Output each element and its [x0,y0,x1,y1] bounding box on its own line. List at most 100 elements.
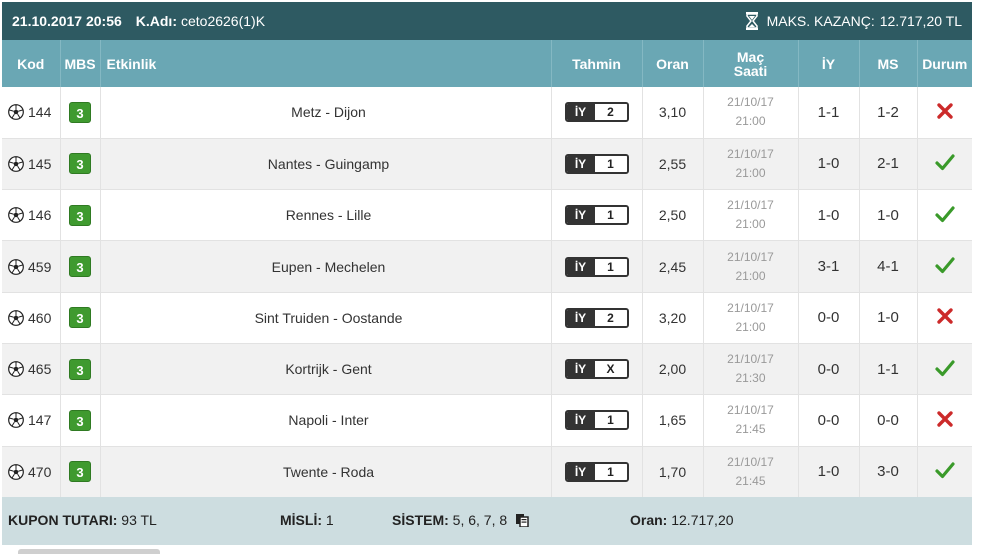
football-icon [8,156,24,172]
table-row[interactable]: 465 3 Kortrijk - Gent İY X 2,00 21/10/17 21:30 0… [2,343,972,396]
kupon-amount-value: 93 TL [121,512,157,528]
match-time: 21:00 [735,268,766,283]
sistem-label: SİSTEM: [392,512,449,528]
prediction-type: İY [566,258,595,275]
col-etkinlik[interactable]: Etkinlik [100,40,552,87]
cell-mbs: 3 [60,292,101,344]
prediction-badge: İY X [564,359,629,380]
cell-mbs: 3 [60,446,101,498]
cell-iy: 0-0 [798,394,860,447]
cell-durum [917,87,972,139]
cell-durum [917,343,972,396]
football-icon [8,207,24,224]
prediction-badge: İY 1 [564,153,629,174]
odds-value: 2,55 [658,155,687,172]
table-row[interactable]: 144 3 Metz - Dijon İY 2 3,10 21/10/17 21:00 1-1 1… [2,87,972,139]
match-date: 21/10/17 [727,249,774,264]
prediction-value: 1 [594,207,627,224]
fulltime-score: 2-1 [877,155,899,173]
bottom-tab[interactable] [18,549,160,554]
match-time: 21:45 [735,422,766,437]
prediction-badge: İY 2 [564,102,629,123]
match-code: 459 [28,258,52,275]
mbs-badge: 3 [69,307,91,329]
table-row[interactable]: 459 3 Eupen - Mechelen İY 1 2,45 21/10/17 21:00… [2,240,972,293]
football-icon [8,258,24,275]
match-time: 21:00 [735,114,766,129]
football-icon [8,309,24,326]
match-time: 21:00 [735,319,766,334]
cell-oran: 2,50 [642,189,704,242]
event-name[interactable]: Napoli - Inter [288,412,368,428]
event-name[interactable]: Kortrijk - Gent [285,361,371,377]
col-iy[interactable]: İY [798,40,860,87]
halftime-score: 0-0 [817,309,840,327]
cell-event: Sint Truiden - Oostande [100,292,552,344]
cell-kod: 145 [2,138,61,191]
col-ms[interactable]: MS [859,40,918,87]
table-row[interactable]: 460 3 Sint Truiden - Oostande İY 2 3,20 21/10/… [2,292,972,344]
cell-durum [917,292,972,344]
total-odds-value: 12.717,20 [671,512,734,528]
event-name[interactable]: Nantes - Guingamp [268,156,389,172]
event-name[interactable]: Twente - Roda [283,464,374,480]
cell-tahmin: İY 1 [551,189,643,242]
col-oran[interactable]: Oran [642,40,704,87]
copy-icon[interactable] [515,513,529,527]
cell-event: Kortrijk - Gent [100,343,552,396]
prediction-badge: İY 1 [564,205,629,226]
table-row[interactable]: 470 3 Twente - Roda İY 1 1,70 21/10/17 21:45 1-0… [2,446,972,498]
prediction-type: İY [566,361,595,378]
cell-durum [917,138,972,191]
mbs-badge: 3 [69,153,91,175]
table-row[interactable]: 146 3 Rennes - Lille İY 1 2,50 21/10/17 21:00 1-… [2,189,972,242]
lost-cross-icon [937,411,953,427]
cell-iy: 1-1 [798,87,860,139]
table-row[interactable]: 145 3 Nantes - Guingamp İY 1 2,55 21/10/17 21:0… [2,138,972,191]
col-mac-saati-line2: Saati [733,62,768,79]
cell-mac-saati: 21/10/17 21:00 [703,292,799,344]
cell-mbs: 3 [60,138,101,191]
event-name[interactable]: Sint Truiden - Oostande [255,310,403,326]
event-name[interactable]: Eupen - Mechelen [272,259,386,275]
col-durum[interactable]: Durum [917,40,972,87]
match-date: 21/10/17 [727,95,774,110]
kupon-amount-label: KUPON TUTARI: [8,512,118,528]
odds-value: 3,20 [658,309,687,326]
col-kod[interactable]: Kod [2,40,61,87]
halftime-score: 0-0 [817,411,840,429]
cell-ms: 2-1 [859,138,918,191]
hourglass-icon [745,12,758,30]
halftime-score: 0-0 [817,360,840,378]
cell-kod: 144 [2,87,61,139]
cell-ms: 1-0 [859,189,918,242]
odds-value: 3,10 [658,104,687,121]
cell-mbs: 3 [60,87,101,139]
match-code: 465 [28,361,52,378]
match-time: 21:45 [735,473,766,488]
cell-ms: 1-2 [859,87,918,139]
event-name[interactable]: Metz - Dijon [291,104,366,120]
cell-oran: 1,70 [642,446,704,498]
won-check-icon [935,257,955,274]
cell-oran: 2,45 [642,240,704,293]
table-row[interactable]: 147 3 Napoli - Inter İY 1 1,65 21/10/17 21:45 0-… [2,394,972,447]
col-tahmin[interactable]: Tahmin [551,40,643,87]
match-code: 147 [28,412,52,429]
col-mac-saati[interactable]: Maç Saati [703,40,799,87]
cell-event: Metz - Dijon [100,87,552,139]
halftime-score: 1-1 [817,103,840,121]
event-name[interactable]: Rennes - Lille [286,207,372,223]
cell-mac-saati: 21/10/17 21:45 [703,394,799,447]
cell-tahmin: İY X [551,343,643,396]
table-header-row: Kod MBS Etkinlik Tahmin Oran Maç Saati İY… [2,40,972,87]
cell-durum [917,446,972,498]
cell-oran: 2,55 [642,138,704,191]
match-date: 21/10/17 [727,352,774,367]
cell-tahmin: İY 2 [551,87,643,139]
col-mbs[interactable]: MBS [60,40,101,87]
mbs-badge: 3 [69,204,91,226]
cell-mbs: 3 [60,394,101,447]
cell-mac-saati: 21/10/17 21:00 [703,87,799,139]
coupon-table: Kod MBS Etkinlik Tahmin Oran Maç Saati İY… [2,40,972,498]
